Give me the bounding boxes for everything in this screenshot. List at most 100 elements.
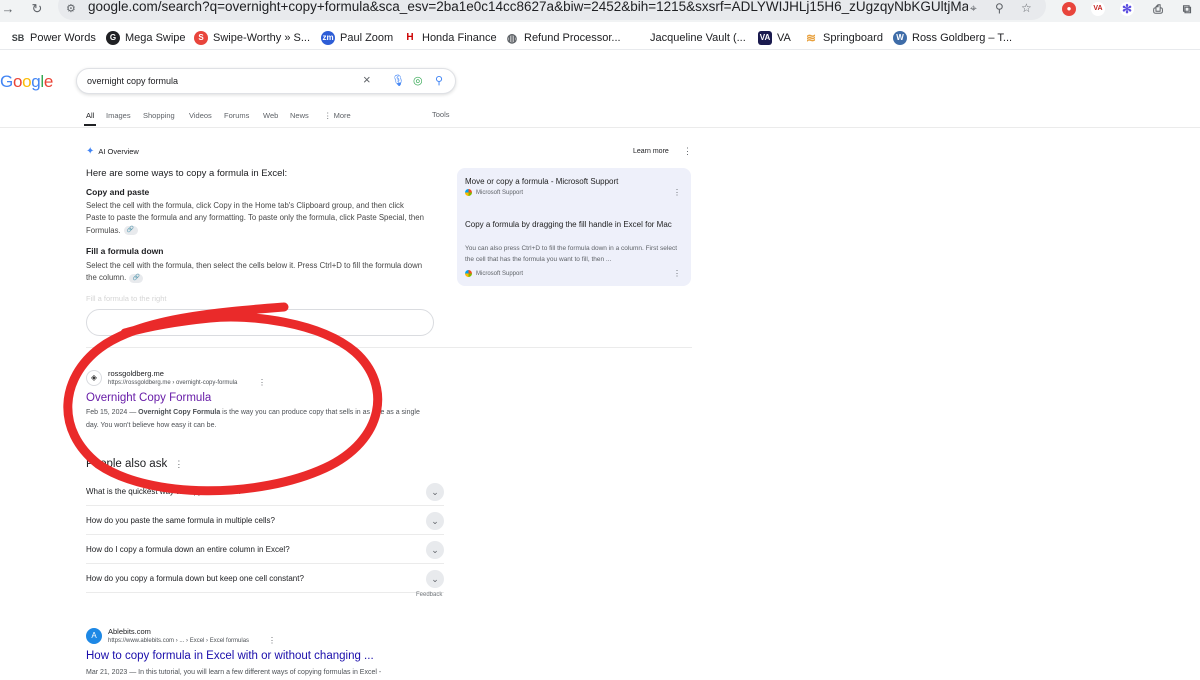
bookmark-refund-processor[interactable]: ◍ Refund Processor...	[505, 30, 621, 46]
result-site-name[interactable]: Ablebits.com	[108, 627, 151, 636]
bookmark-mega-swipe[interactable]: G Mega Swipe	[106, 30, 186, 46]
tab-shopping[interactable]: Shopping	[143, 111, 175, 120]
paa-title: People also ask	[86, 458, 168, 470]
search-box[interactable]: overnight copy formula × 🎙 ◎ ⚲	[76, 68, 456, 94]
more-options-icon[interactable]: ⋮	[174, 459, 183, 469]
show-more-button[interactable]: ⌄	[86, 309, 434, 336]
chevron-down-icon[interactable]: ⌄	[426, 570, 444, 588]
paa-question[interactable]: How do I copy a formula down an entire c…	[86, 536, 444, 564]
tab-all[interactable]: All	[86, 111, 94, 120]
more-options-icon[interactable]: ⋮	[268, 636, 276, 645]
paa-question[interactable]: How do you copy a formula down but keep …	[86, 565, 444, 593]
more-options-icon[interactable]: ⋮	[258, 378, 266, 387]
tools-button[interactable]: Tools	[432, 110, 450, 119]
bookmark-label: Paul Zoom	[340, 32, 394, 44]
bookmark-ross-goldberg[interactable]: W Ross Goldberg – T...	[893, 30, 1012, 46]
tab-web[interactable]: Web	[263, 111, 278, 120]
bookmark-springboard[interactable]: ≋ Springboard	[804, 30, 883, 46]
printer-icon[interactable]: ⎙	[1151, 2, 1165, 16]
result-url[interactable]: https://www.ablebits.com › ... › Excel ›…	[108, 638, 249, 644]
bookmark-swipe-worthy[interactable]: S Swipe-Worthy » S...	[194, 30, 310, 46]
tab-news[interactable]: News	[290, 111, 309, 120]
ai-faded-line: Fill a formula to the right	[86, 294, 167, 303]
google-logo[interactable]: Google	[0, 72, 53, 92]
bookmark-honda-finance[interactable]: H Honda Finance	[403, 30, 497, 46]
globe-icon: ◍	[505, 31, 519, 45]
site-info-icon[interactable]: ⚙	[66, 2, 76, 15]
ai-section-heading: Copy and paste	[86, 187, 150, 197]
bookmark-label: VA	[777, 32, 791, 44]
header-divider	[0, 127, 1200, 128]
extension-red-icon[interactable]: ●	[1062, 2, 1076, 16]
paa-question[interactable]: How do you paste the same formula in mul…	[86, 507, 444, 535]
extension-purple-gear-icon[interactable]: ✻	[1120, 2, 1134, 16]
bookmark-label: Springboard	[823, 32, 883, 44]
microphone-icon[interactable]: 🎙	[391, 74, 405, 87]
paa-question[interactable]: What is the quickest way to copy a formu…	[86, 478, 444, 506]
swipe-worthy-icon: S	[194, 31, 208, 45]
more-options-icon[interactable]: ⋮	[673, 269, 681, 278]
tab-more[interactable]: ⋮ More	[324, 111, 351, 120]
link-icon[interactable]: 🔗	[129, 273, 144, 283]
source-site: Microsoft Support	[465, 270, 523, 277]
chevron-down-icon[interactable]: ⌄	[426, 483, 444, 501]
paa-question-text: What is the quickest way to copy a formu…	[86, 487, 243, 496]
tab-forums[interactable]: Forums	[224, 111, 249, 120]
forward-arrow-icon[interactable]: →	[0, 1, 16, 17]
people-also-ask-heading: People also ask ⋮	[86, 458, 183, 470]
feedback-link[interactable]: Feedback	[416, 592, 442, 598]
source-title[interactable]: Move or copy a formula - Microsoft Suppo…	[465, 176, 618, 187]
source-title[interactable]: Copy a formula by dragging the fill hand…	[465, 219, 685, 230]
bookmark-label: Jacqueline Vault (...	[650, 32, 746, 44]
source-site-name: Microsoft Support	[476, 270, 524, 277]
browser-toolbar: → ↻ ⚙ google.com/search?q=overnight+copy…	[0, 0, 1200, 22]
springboard-icon: ≋	[804, 31, 818, 45]
search-icon[interactable]: ⚲	[435, 74, 443, 87]
tab-videos[interactable]: Videos	[189, 111, 212, 120]
lens-camera-icon[interactable]: ◎	[413, 74, 423, 87]
ai-section-body: Select the cell with the formula, then s…	[86, 260, 424, 285]
bookmark-star-icon[interactable]: ☆	[1021, 1, 1032, 15]
sb-icon: SB	[11, 31, 25, 45]
g-logo-icon: G	[106, 31, 120, 45]
result-title-link[interactable]: How to copy formula in Excel with or wit…	[86, 650, 374, 662]
extension-va-icon[interactable]: VA	[1091, 2, 1105, 16]
extensions-puzzle-icon[interactable]: ⧉	[1180, 2, 1194, 16]
result-url[interactable]: https://rossgoldberg.me › overnight-copy…	[108, 380, 237, 386]
address-bar[interactable]: ⚙ google.com/search?q=overnight+copy+for…	[58, 0, 1046, 20]
result-snippet-text: is the way you can produce copy that sel…	[86, 409, 420, 429]
bookmark-paul-zoom[interactable]: zm Paul Zoom	[321, 30, 393, 46]
learn-more-link[interactable]: Learn more	[633, 148, 669, 155]
clear-search-icon[interactable]: ×	[363, 72, 371, 87]
ai-sources-panel: Move or copy a formula - Microsoft Suppo…	[457, 168, 691, 286]
paa-question-text: How do you paste the same formula in mul…	[86, 516, 275, 525]
section-divider	[86, 347, 692, 348]
location-pin-icon[interactable]: ⌖	[970, 1, 977, 16]
bookmark-label: Swipe-Worthy » S...	[213, 32, 310, 44]
more-options-icon[interactable]: ⋮	[683, 146, 692, 157]
bookmark-power-words[interactable]: SB Power Words	[11, 30, 96, 46]
ai-overview-intro: Here are some ways to copy a formula in …	[86, 168, 288, 179]
search-input[interactable]: overnight copy formula	[87, 76, 178, 86]
link-icon[interactable]: 🔗	[123, 226, 138, 236]
paa-question-text: How do I copy a formula down an entire c…	[86, 545, 290, 554]
zoom-icon: zm	[321, 31, 335, 45]
microsoft-logo-icon	[465, 189, 472, 196]
paa-question-text: How do you copy a formula down but keep …	[86, 574, 304, 583]
address-url[interactable]: google.com/search?q=overnight+copy+formu…	[88, 0, 968, 14]
ai-overview-title: AI Overview	[98, 147, 139, 156]
tab-images[interactable]: Images	[106, 111, 131, 120]
result-title-link[interactable]: Overnight Copy Formula	[86, 392, 211, 404]
source-snippet: You can also press Ctrl+D to fill the fo…	[465, 245, 678, 263]
reload-icon[interactable]: ↻	[29, 1, 45, 17]
zoom-icon[interactable]: ⚲	[995, 1, 1004, 15]
chevron-down-icon[interactable]: ⌄	[426, 541, 444, 559]
bookmark-jacqueline-vault[interactable]: Jacqueline Vault (...	[631, 30, 746, 46]
bookmark-label: Power Words	[30, 32, 96, 44]
more-options-icon[interactable]: ⋮	[673, 188, 681, 197]
ai-overview-label: ✦ AI Overview	[86, 146, 139, 157]
result-site-name[interactable]: rossgoldberg.me	[108, 369, 164, 378]
result-snippet: Mar 21, 2023 — In this tutorial, you wil…	[86, 667, 416, 680]
chevron-down-icon[interactable]: ⌄	[426, 512, 444, 530]
bookmark-va[interactable]: VA VA	[758, 30, 791, 46]
